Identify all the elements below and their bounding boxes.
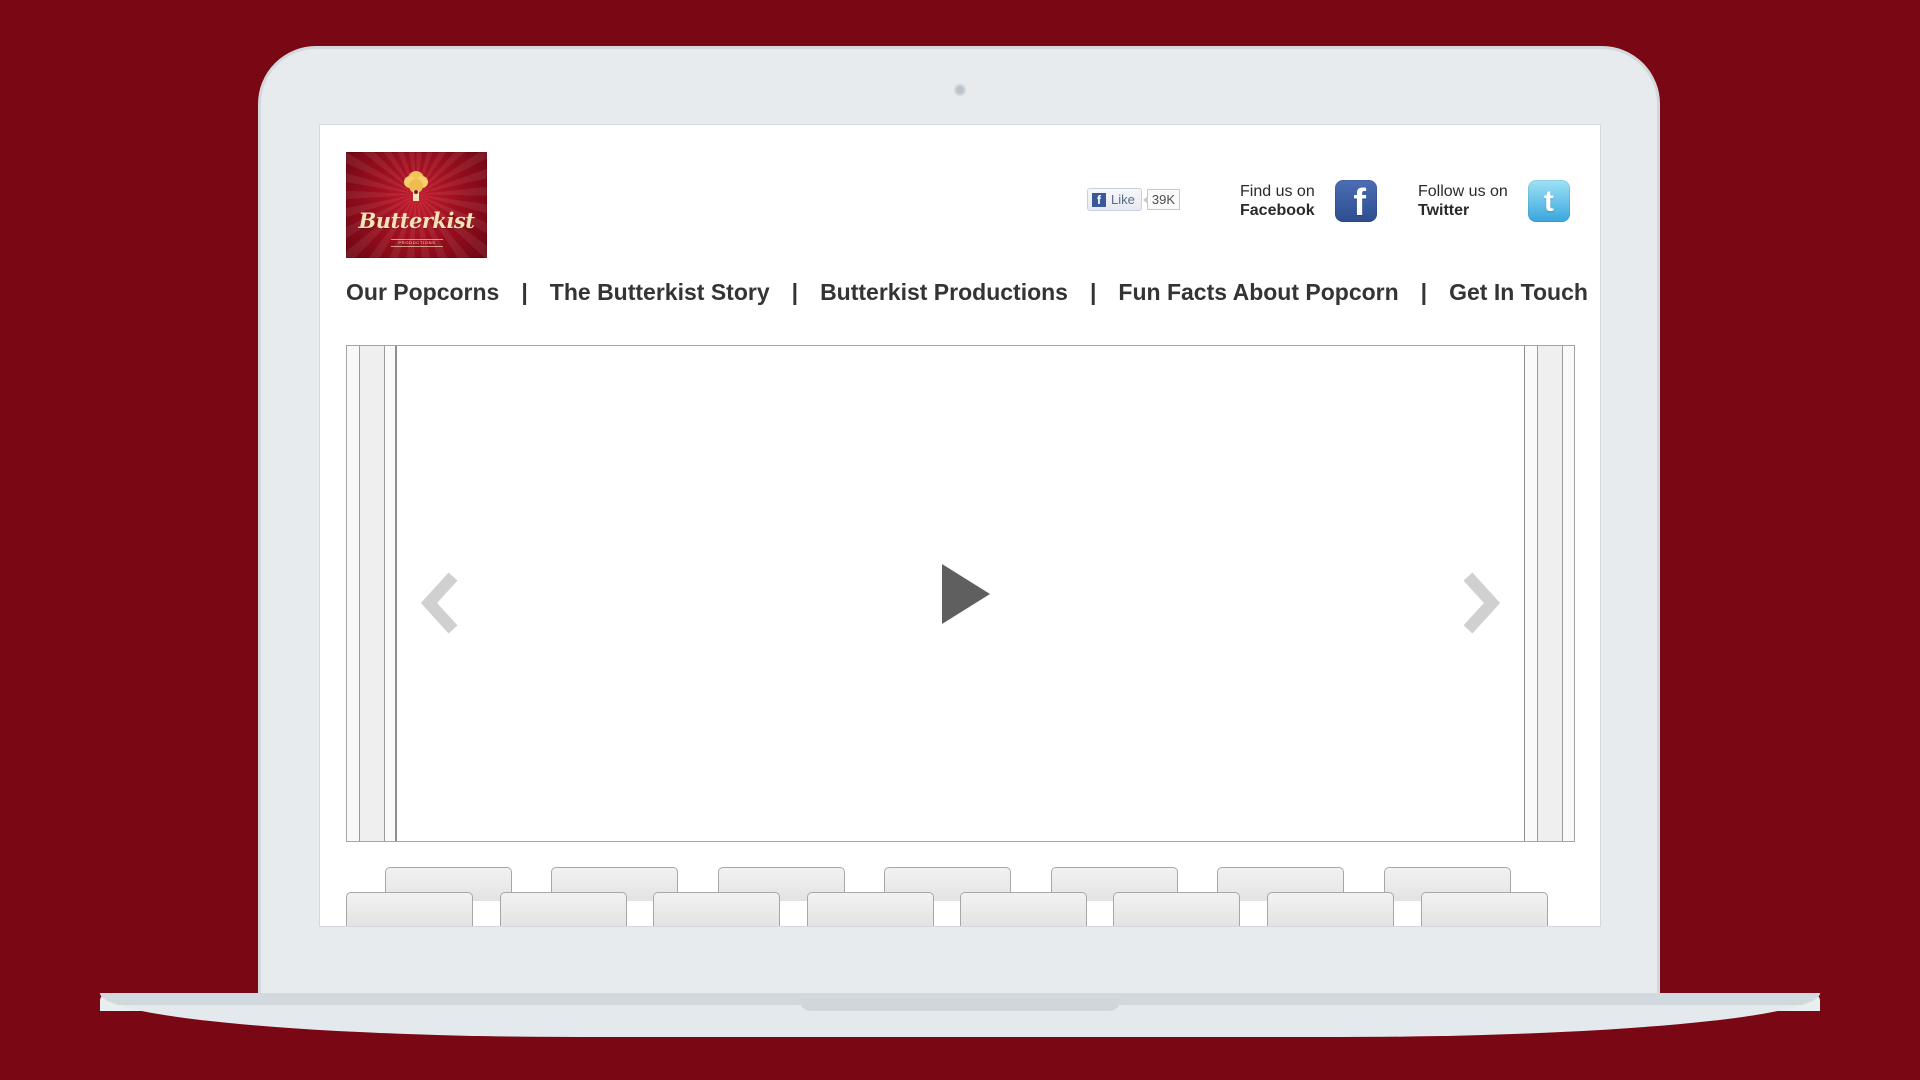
twitter-link-text: Follow us on Twitter <box>1418 182 1508 220</box>
website-screen: Butterkist PRODUCTIONS f Like 39K Find u… <box>319 124 1601 927</box>
thumbnail-tab[interactable] <box>960 892 1087 926</box>
device-background: Butterkist PRODUCTIONS f Like 39K Find u… <box>0 0 1920 1080</box>
left-curtain-frame <box>347 346 397 841</box>
thumbnail-tab[interactable] <box>807 892 934 926</box>
webcam <box>954 84 966 96</box>
nav-separator: | <box>1089 278 1097 305</box>
thumbnail-tab[interactable] <box>1267 892 1394 926</box>
thumbnail-tab[interactable] <box>346 892 473 926</box>
logo-subtitle: PRODUCTIONS <box>391 239 443 247</box>
logo-wordmark: Butterkist <box>358 208 475 233</box>
facebook-line-2: Facebook <box>1240 202 1315 219</box>
popcorn-icon <box>404 171 428 201</box>
nav-our-popcorns[interactable]: Our Popcorns <box>346 279 499 306</box>
like-label: Like <box>1111 192 1135 207</box>
video-carousel <box>346 345 1575 842</box>
thumbnail-tab[interactable] <box>653 892 780 926</box>
twitter-line-2: Twitter <box>1418 202 1470 219</box>
facebook-link[interactable]: Find us on Facebook f <box>1240 180 1377 223</box>
facebook-like-button[interactable]: f Like <box>1087 188 1142 211</box>
nav-get-in-touch[interactable]: Get In Touch <box>1449 279 1588 306</box>
twitter-link[interactable]: Follow us on Twitter t <box>1418 180 1570 222</box>
nav-butterkist-productions[interactable]: Butterkist Productions <box>820 279 1068 306</box>
nav-butterkist-story[interactable]: The Butterkist Story <box>550 279 770 306</box>
facebook-mini-icon: f <box>1092 192 1106 207</box>
thumbnail-tab[interactable] <box>500 892 627 926</box>
facebook-glyph: f <box>1353 181 1367 223</box>
chevron-left-icon[interactable] <box>414 571 466 635</box>
butterkist-logo[interactable]: Butterkist PRODUCTIONS <box>346 152 487 258</box>
facebook-link-text: Find us on Facebook <box>1240 182 1315 220</box>
thumbnail-tab[interactable] <box>1113 892 1240 926</box>
facebook-line-1: Find us on <box>1240 183 1315 200</box>
twitter-icon: t <box>1527 180 1570 222</box>
nav-separator: | <box>521 278 528 305</box>
chevron-right-icon[interactable] <box>1455 571 1507 635</box>
play-icon[interactable] <box>932 560 998 628</box>
thumbnail-tab[interactable] <box>1421 892 1548 926</box>
nav-separator: | <box>1420 278 1428 305</box>
right-curtain-frame <box>1524 346 1574 841</box>
like-count: 39K <box>1142 189 1180 210</box>
carousel-thumbnails <box>346 867 1576 926</box>
nav-fun-facts[interactable]: Fun Facts About Popcorn <box>1118 279 1398 306</box>
twitter-glyph: t <box>1543 184 1554 218</box>
facebook-like-widget[interactable]: f Like 39K <box>1087 188 1180 211</box>
twitter-line-1: Follow us on <box>1418 183 1508 200</box>
facebook-icon: f <box>1334 180 1377 223</box>
main-navigation: Our Popcorns | The Butterkist Story | Bu… <box>346 277 1588 307</box>
laptop-notch <box>799 999 1121 1011</box>
nav-separator: | <box>791 278 799 305</box>
